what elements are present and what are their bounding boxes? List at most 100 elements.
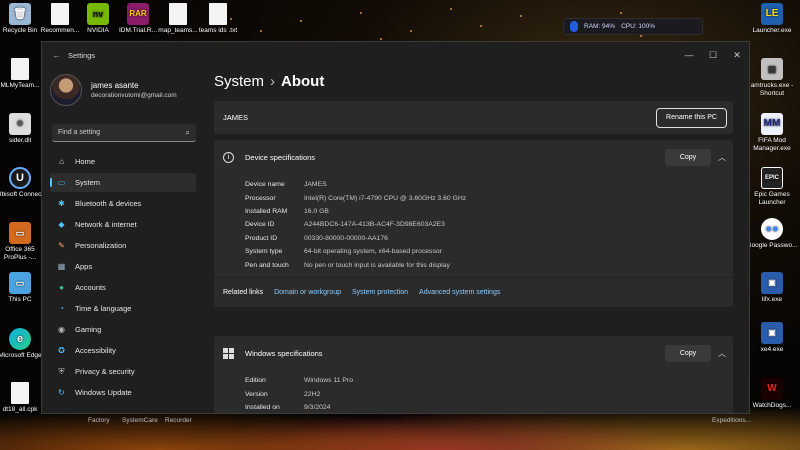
sidebar-item-windows-update[interactable]: ↻ Windows Update <box>50 383 196 402</box>
spec-label: Edition <box>245 377 266 385</box>
sidebar-item-label: Time & language <box>75 304 132 313</box>
spec-value[interactable]: Windows 11 Pro <box>304 377 353 384</box>
spec-label: System type <box>245 248 283 256</box>
desktop-icon[interactable]: U Ubisoft Connect <box>0 167 46 199</box>
spec-value[interactable]: A244BDC6-147A-413B-AC4F-3D98E603A2E3 <box>304 221 445 228</box>
chevron-up-icon[interactable]: ︿ <box>711 348 733 359</box>
nvidia-icon: nv <box>87 3 109 25</box>
desktop-icon[interactable]: ▣ xe4.exe <box>746 322 798 354</box>
avatar[interactable] <box>50 74 82 106</box>
desktop-icon[interactable]: ●● Google Passwo... <box>746 218 798 250</box>
desktop-icon[interactable]: e Microsoft Edge <box>0 328 46 360</box>
related-links-label: Related links <box>223 288 264 296</box>
dll-file-icon: ⚙ <box>9 113 31 135</box>
sparkle-dot <box>640 35 642 37</box>
rename-pc-button[interactable]: Rename this PC <box>656 107 727 128</box>
copy-device-specs-button[interactable]: Copy <box>665 148 711 166</box>
sidebar-item-label: Apps <box>75 262 93 271</box>
spec-value[interactable]: JAMES <box>304 181 327 188</box>
accounts-icon: ● <box>59 283 64 292</box>
search-input[interactable]: Find a setting ⌕ <box>52 124 196 142</box>
spec-value[interactable]: 9/3/2024 <box>304 404 330 411</box>
close-button[interactable]: ✕ <box>725 50 749 61</box>
desktop-icon-label: dt18_all.cpk <box>2 406 38 413</box>
desktop-icon[interactable]: LE Launcher.exe <box>746 3 798 35</box>
desktop-icon-label: MLMyTeam... <box>0 82 40 89</box>
windows-specs-header[interactable]: Windows specifications Copy ︿ <box>214 336 733 370</box>
sidebar-item-system[interactable]: ▭ System <box>50 173 196 192</box>
spec-row: Installed RAM 16.0 GB <box>245 205 733 218</box>
spec-value[interactable]: 00330-80000-00000-AA176 <box>304 235 388 242</box>
desktop-icon[interactable]: ▭ This PC <box>0 272 46 304</box>
sidebar-item-accessibility[interactable]: ✪ Accessibility <box>50 341 196 360</box>
spec-value[interactable]: 64-bit operating system, x64-based proce… <box>304 248 442 255</box>
sidebar-item-label: Privacy & security <box>75 367 135 376</box>
desktop-icon[interactable]: EPIC Epic Games Launcher <box>746 167 798 207</box>
breadcrumb-parent[interactable]: System <box>214 73 264 90</box>
minimize-button[interactable]: — <box>677 50 701 61</box>
chevron-up-icon[interactable]: ︿ <box>711 152 733 163</box>
sparkle-dot <box>410 30 412 32</box>
text-file-icon <box>209 3 227 25</box>
sidebar-item-network-internet[interactable]: ◆ Network & internet <box>50 215 196 234</box>
sidebar-item-label: Accounts <box>75 283 106 292</box>
mod-manager-icon: MM <box>761 113 783 135</box>
sparkle-dot <box>360 12 362 14</box>
link-system-protection[interactable]: System protection <box>352 289 408 296</box>
desktop-label-expeditions[interactable]: Expeditions... <box>712 417 751 424</box>
desktop-icon[interactable]: MM FIFA Mod Manager.exe <box>746 113 798 153</box>
back-arrow-icon[interactable]: ← <box>52 50 68 60</box>
spec-label: Device ID <box>245 221 275 229</box>
sidebar-item-home[interactable]: ⌂ Home <box>50 152 196 171</box>
spec-value[interactable]: Intel(R) Core(TM) i7-4790 CPU @ 3.60GHz … <box>304 195 466 202</box>
desktop-icon[interactable]: ⚙ sider.dll <box>0 113 46 145</box>
maximize-button[interactable]: ☐ <box>701 50 725 61</box>
file-icon <box>169 3 187 25</box>
desktop-icon[interactable]: ▣ lifx.exe <box>746 272 798 304</box>
apps-icon: ▦ <box>57 262 66 271</box>
sidebar-item-bluetooth-devices[interactable]: ✱ Bluetooth & devices <box>50 194 196 213</box>
performance-widget[interactable]: RAM: 94% CPU: 100% <box>563 18 703 35</box>
google-passwords-icon: ●● <box>761 218 783 240</box>
sidebar-item-time-language[interactable]: ◔ Time & language <box>50 299 196 318</box>
desktop-icon-label: Microsoft Edge <box>0 352 42 359</box>
title-bar[interactable]: ← Settings — ☐ ✕ <box>42 42 749 68</box>
desktop-label-systemcare[interactable]: SystemCare <box>122 417 158 424</box>
user-profile[interactable]: james asante decorationvutomi@gmail.com <box>42 68 202 106</box>
spec-value[interactable]: No pen or touch input is available for t… <box>304 262 450 269</box>
main-content: System › About JAMES Rename this PC i Devi… <box>214 68 749 413</box>
breadcrumb-current: About <box>281 73 325 90</box>
desktop-icon[interactable]: ▭ Office 365 ProPlus -... <box>0 222 46 262</box>
truck-icon: ▤ <box>761 58 783 80</box>
ram-usage: RAM: 94% <box>584 23 616 30</box>
desktop-icon[interactable]: dt18_all.cpk <box>0 382 46 414</box>
copy-windows-specs-button[interactable]: Copy <box>665 344 711 362</box>
sidebar-item-label: System <box>75 178 101 187</box>
desktop-icon[interactable]: teams ids .txt <box>192 3 244 35</box>
desktop-icon[interactable]: MLMyTeam... <box>0 58 46 90</box>
cpu-usage: CPU: 100% <box>621 23 656 30</box>
desktop-icon-label: WatchDogs... <box>752 402 792 409</box>
sidebar-item-personalization[interactable]: ✎ Personalization <box>50 236 196 255</box>
link-domain-workgroup[interactable]: Domain or workgroup <box>274 289 341 296</box>
spec-value[interactable]: 16.0 GB <box>304 208 329 215</box>
desktop-icon[interactable]: ▤ amtrucks.exe - Shortcut <box>746 58 798 98</box>
sidebar-item-privacy-security[interactable]: ⛨ Privacy & security <box>50 362 196 381</box>
sidebar-item-gaming[interactable]: ◉ Gaming <box>50 320 196 339</box>
desktop-label-factory[interactable]: Factory <box>88 417 110 424</box>
sidebar-item-apps[interactable]: ▦ Apps <box>50 257 196 276</box>
sidebar-item-accounts[interactable]: ● Accounts <box>50 278 196 297</box>
privacy-shield-icon: ⛨ <box>58 366 65 376</box>
related-links: Related links Domain or workgroup System… <box>214 276 733 307</box>
desktop-icon[interactable]: W WatchDogs... <box>746 378 798 410</box>
desktop-icon-label: Ubisoft Connect <box>0 191 44 198</box>
device-specs-header[interactable]: i Device specifications Copy ︿ <box>214 140 733 174</box>
link-advanced-system-settings[interactable]: Advanced system settings <box>419 289 500 296</box>
spec-label: Installed RAM <box>245 207 288 215</box>
desktop-label-recorder[interactable]: Recorder <box>165 417 192 424</box>
window-title: Settings <box>68 50 96 60</box>
sidebar-item-label: Gaming <box>75 325 102 334</box>
search-icon[interactable]: ⌕ <box>186 128 190 138</box>
spec-value[interactable]: 22H2 <box>304 391 320 398</box>
device-specs-title: Device specifications <box>245 152 316 162</box>
